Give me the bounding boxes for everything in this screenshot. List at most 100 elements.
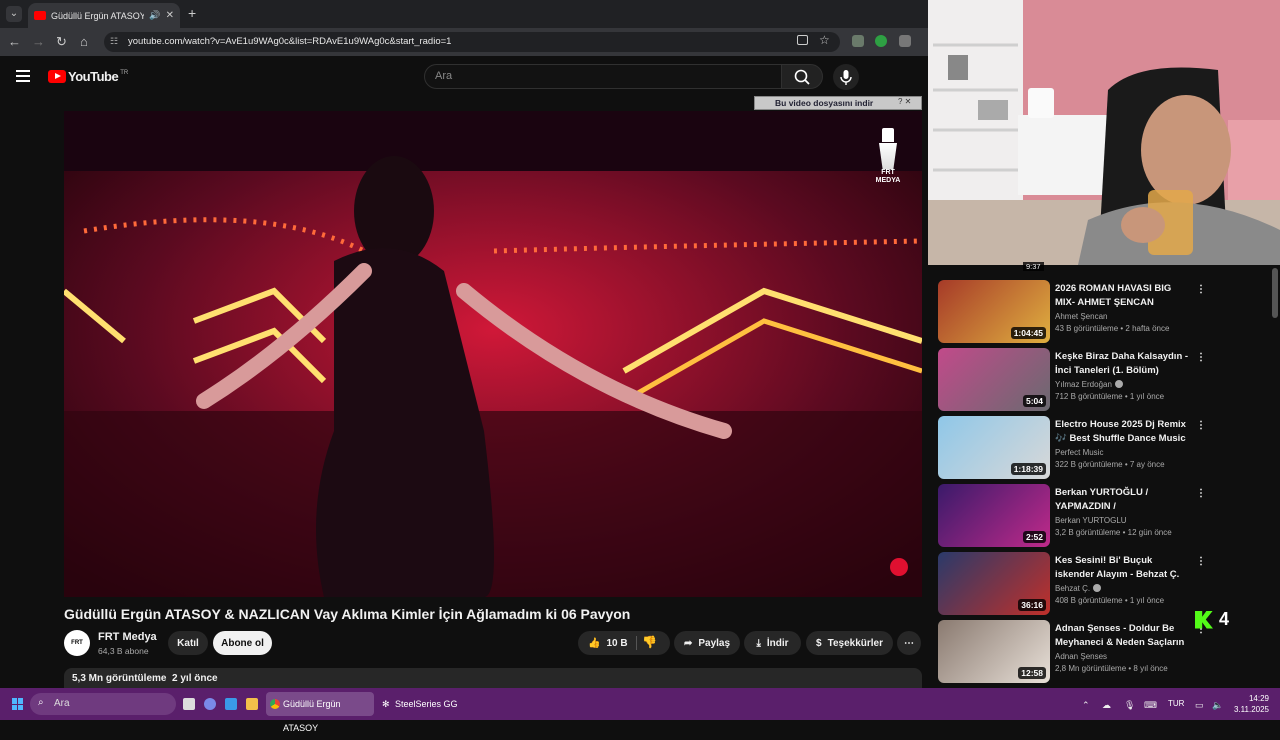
video-duration: 1:18:39	[1010, 463, 1046, 475]
previous-item-duration: 9:37	[1023, 262, 1044, 271]
recommendation-channel[interactable]: Adnan Şenses	[1055, 652, 1107, 661]
download-video-bar[interactable]: Bu video dosyasını indir	[754, 96, 922, 110]
view-count: 712 B görüntüleme	[1055, 392, 1123, 401]
download-button[interactable]: ⤓ İndir	[744, 631, 801, 655]
menu-icon[interactable]	[16, 70, 30, 85]
more-vert-icon[interactable]: ⋮	[1196, 352, 1206, 363]
close-icon[interactable]: ✕	[166, 10, 174, 21]
recommendation-channel[interactable]: Behzat Ç.	[1055, 584, 1102, 593]
more-vert-icon[interactable]: ⋮	[1196, 556, 1206, 567]
file-explorer-icon[interactable]	[246, 698, 258, 710]
taskbar-steelseries-window[interactable]: SteelSeries GG	[380, 692, 460, 716]
video-thumbnail[interactable]: 2:52	[938, 484, 1050, 547]
task-view-icon[interactable]	[183, 698, 195, 710]
subscribe-button[interactable]: Abone ol	[213, 631, 272, 655]
extensions-icon[interactable]	[899, 35, 911, 47]
recommendation-title[interactable]: Kes Sesini! Bi' Buçuk iskender Alayım - …	[1055, 554, 1189, 581]
search-button[interactable]	[781, 64, 823, 89]
voice-search-button[interactable]	[833, 64, 859, 90]
back-arrow-icon[interactable]: ←	[8, 34, 21, 49]
green-extension-icon[interactable]	[875, 35, 887, 47]
new-tab-button[interactable]: +	[188, 5, 196, 21]
channel-name[interactable]: FRT Medya	[98, 631, 157, 643]
clock-date: 3.11.2025	[1234, 705, 1269, 714]
recommendation-channel[interactable]: Berkan YURTOGLU	[1055, 516, 1127, 525]
video-thumbnail[interactable]: 5:04	[938, 348, 1050, 411]
video-thumbnail[interactable]: 12:58	[938, 620, 1050, 683]
keyboard-icon[interactable]: ⌨	[1144, 700, 1157, 711]
channel-watermark[interactable]: FRT MEDYA	[874, 128, 902, 185]
taskbar-clock[interactable]: 14:29 3.11.2025	[1234, 693, 1269, 715]
download-label: İndir	[766, 637, 789, 649]
chrome-icon	[270, 699, 280, 709]
address-bar[interactable]: youtube.com/watch?v=AvE1u9WAg0c&list=RDA…	[104, 32, 840, 52]
edge-icon[interactable]	[225, 698, 237, 710]
recommendation-channel[interactable]: Ahmet Şencan	[1055, 312, 1107, 321]
recommendation-title[interactable]: Keşke Biraz Daha Kalsaydın - İnci Tanele…	[1055, 350, 1189, 377]
channel-avatar[interactable]: FRT	[64, 630, 90, 656]
thanks-button[interactable]: $ Teşekkürler	[806, 631, 893, 655]
forward-arrow-icon[interactable]: →	[32, 34, 45, 49]
search-input[interactable]: Ara	[424, 64, 782, 89]
recommendation-meta: 408 B görüntüleme • 1 yıl önce	[1055, 596, 1165, 605]
install-app-icon[interactable]	[797, 35, 808, 45]
view-count: 43 B görüntüleme	[1055, 324, 1119, 333]
recommendation-title[interactable]: Berkan YURTOĞLU / YAPMAZDIN /	[1055, 486, 1189, 513]
video-thumbnail[interactable]: 36:16	[938, 552, 1050, 615]
network-icon[interactable]: ▭	[1195, 700, 1204, 711]
tab-search-button[interactable]: ⌄	[6, 6, 22, 22]
recommendation-channel[interactable]: Perfect Music	[1055, 448, 1103, 457]
video-thumbnail[interactable]: 1:18:39	[938, 416, 1050, 479]
recommendation-item[interactable]: 36:16 Kes Sesini! Bi' Buçuk iskender Alay…	[938, 552, 1238, 616]
home-icon[interactable]: ⌂	[80, 34, 88, 49]
logo-text: YouTube	[68, 69, 119, 84]
more-vert-icon[interactable]: ⋮	[1196, 284, 1206, 295]
cloud-icon[interactable]: ☁	[1102, 700, 1111, 711]
more-vert-icon[interactable]: ⋮	[1196, 488, 1206, 499]
channel-name: Behzat Ç.	[1055, 584, 1091, 593]
bookmark-star-icon[interactable]: ☆	[819, 33, 830, 47]
microphone-icon[interactable]: 🎙	[1124, 700, 1135, 711]
browser-tab-active[interactable]: Güdüllü Ergün ATASOY & N 🔊 ✕	[28, 3, 180, 28]
site-info-icon[interactable]: ☷	[110, 36, 118, 47]
recommendation-channel[interactable]: Yılmaz Erdoğan	[1055, 380, 1123, 389]
join-label: Katıl	[177, 637, 199, 649]
recommendation-title[interactable]: Adnan Şenses - Doldur Be Meyhaneci & Ned…	[1055, 622, 1189, 649]
recommendation-item[interactable]: 1:04:45 2026 ROMAN HAVASI BIG MIX- AHMET …	[938, 280, 1238, 344]
share-arrow-icon: ➦	[683, 637, 693, 649]
search-icon: ⌕	[38, 697, 44, 708]
clock-time: 14:29	[1248, 694, 1269, 703]
taskbar-chrome-window[interactable]: Güdüllü Ergün ATASOY	[266, 692, 374, 733]
page-scrollbar[interactable]	[1272, 268, 1278, 318]
input-language[interactable]: TUR	[1168, 699, 1184, 708]
thumbs-down-icon[interactable]: 👎	[642, 635, 657, 649]
recommendation-title[interactable]: Electro House 2025 Dj Remix 🎶 Best Shuff…	[1055, 418, 1189, 445]
more-actions-button[interactable]: ⋯	[897, 631, 921, 655]
recommendation-meta: 2,8 Mn görüntüleme • 8 yıl önce	[1055, 664, 1168, 673]
upload-age: 12 gün önce	[1127, 528, 1172, 537]
recommendation-item[interactable]: 1:18:39 Electro House 2025 Dj Remix 🎶 Bes…	[938, 416, 1238, 480]
close-icon[interactable]: ? ✕	[898, 97, 911, 106]
speaker-icon[interactable]: 🔊	[149, 10, 160, 21]
more-vert-icon[interactable]: ⋮	[1196, 420, 1206, 431]
taskbar-search[interactable]: Ara	[30, 693, 176, 715]
recommendation-item[interactable]: 12:58 Adnan Şenses - Doldur Be Meyhaneci …	[938, 620, 1238, 684]
teams-icon[interactable]	[204, 698, 216, 710]
view-count: 2,8 Mn görüntüleme	[1055, 664, 1127, 673]
windows-start-icon[interactable]	[12, 698, 24, 710]
like-count: 10 B	[606, 637, 628, 649]
recommendation-item[interactable]: 5:04 Keşke Biraz Daha Kalsaydın - İnci Ta…	[938, 348, 1238, 412]
recommendation-title[interactable]: 2026 ROMAN HAVASI BIG MIX- AHMET ŞENCAN	[1055, 282, 1189, 309]
recommendation-item[interactable]: 2:52 Berkan YURTOĞLU / YAPMAZDIN / Berkan …	[938, 484, 1238, 548]
chevron-up-icon[interactable]: ⌃	[1082, 700, 1090, 711]
youtube-logo[interactable]: YouTube TR	[48, 69, 128, 84]
video-thumbnail[interactable]: 1:04:45	[938, 280, 1050, 343]
video-player[interactable]	[64, 111, 922, 597]
description-box[interactable]: 5,3 Mn görüntüleme 2 yıl önce	[64, 668, 922, 688]
channel-name: Ahmet Şencan	[1055, 312, 1108, 321]
shield-extension-icon[interactable]	[852, 35, 864, 47]
reload-icon[interactable]: ↻	[56, 34, 67, 50]
volume-icon[interactable]: 🔈	[1212, 700, 1223, 711]
share-button[interactable]: ➦ Paylaş	[674, 631, 740, 655]
join-button[interactable]: Katıl	[168, 631, 208, 655]
